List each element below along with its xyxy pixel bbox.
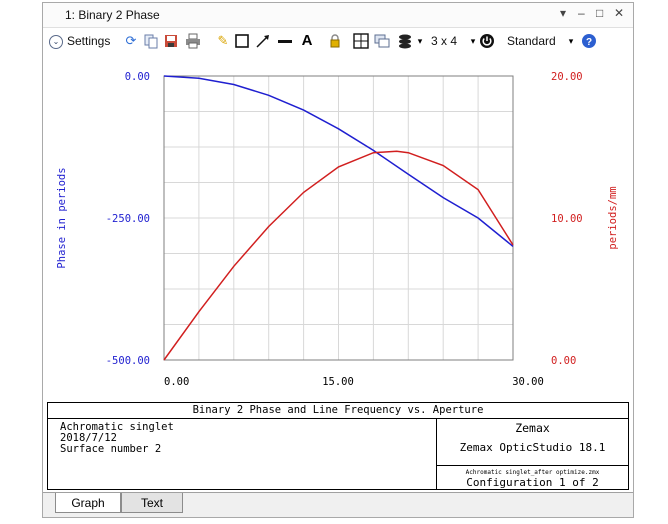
settings-label: Settings [67, 34, 111, 48]
footer-right-panel: Zemax Zemax OpticStudio 18.1 Achromatic … [436, 418, 628, 489]
standard-selector[interactable]: Standard [507, 31, 556, 51]
chart-grid [164, 76, 513, 360]
layers-dropdown-icon[interactable]: ▾ [412, 33, 428, 49]
minimize-button[interactable]: ‒ [578, 6, 585, 20]
brand-name: Zemax [515, 421, 550, 435]
settings-button[interactable]: ⌄ Settings [49, 31, 110, 51]
configuration-text: Configuration 1 of 2 [466, 476, 599, 489]
footer-brand-cell: Zemax Zemax OpticStudio 18.1 [437, 418, 628, 466]
svg-text:?: ? [586, 37, 592, 48]
dropdown-icon[interactable]: ▾ [560, 6, 566, 20]
y-tick-label: -500.00 [106, 355, 150, 367]
footer-details: Achromatic singlet 2018/7/12 Surface num… [60, 422, 174, 455]
clone-icon[interactable] [374, 33, 390, 49]
y2-tick-label: 20.00 [551, 71, 583, 83]
surface-number: Surface number 2 [60, 443, 162, 455]
rectangle-icon[interactable] [234, 33, 250, 49]
chevron-down-icon: ⌄ [49, 34, 63, 49]
y2-tick-label: 10.00 [551, 213, 583, 225]
arrow-icon[interactable] [255, 33, 271, 49]
standard-dropdown-icon[interactable]: ▾ [563, 33, 579, 49]
y2-tick-label: 0.00 [551, 355, 576, 367]
x-tick-label: 0.00 [164, 376, 189, 388]
maximize-button[interactable]: □ [596, 6, 603, 20]
text-icon[interactable]: A [299, 33, 315, 49]
footer-title: Binary 2 Phase and Line Frequency vs. Ap… [48, 403, 628, 419]
layers-icon[interactable] [397, 33, 413, 49]
plot-area: 0.00 -250.00 -500.00 20.00 10.00 0.00 0.… [43, 54, 633, 399]
file-name: Achromatic singlet_after optimize.zmx [465, 469, 600, 476]
tab-graph[interactable]: Graph [55, 493, 121, 513]
close-button[interactable]: ✕ [614, 6, 624, 20]
chart-info-box: Binary 2 Phase and Line Frequency vs. Ap… [47, 402, 629, 490]
layout-selector[interactable]: 3 x 4 [431, 31, 457, 51]
x-tick-label: 30.00 [512, 376, 544, 388]
print-icon[interactable] [185, 33, 201, 49]
refresh-icon[interactable]: ⟳ [123, 33, 139, 49]
analysis-window: 1: Binary 2 Phase ▾ ‒ □ ✕ ⌄ Settings ⟳ ✎ … [42, 2, 634, 518]
window-title: 1: Binary 2 Phase [65, 8, 160, 22]
window-layout-icon[interactable] [353, 33, 369, 49]
help-icon[interactable]: ? [581, 33, 597, 49]
y-tick-label: -250.00 [106, 213, 150, 225]
toolbar: ⌄ Settings ⟳ ✎ A ▾ 3 x 4 ▾ Standard ▾ ? [43, 28, 633, 54]
title-bar[interactable]: 1: Binary 2 Phase ▾ ‒ □ ✕ [43, 3, 633, 28]
pencil-icon[interactable]: ✎ [215, 33, 231, 49]
x-tick-label: 15.00 [322, 376, 354, 388]
power-icon[interactable] [479, 33, 495, 49]
line-icon[interactable] [277, 33, 293, 49]
y-axis-label: Phase in periods [56, 167, 68, 268]
product-version: Zemax OpticStudio 18.1 [459, 441, 606, 454]
tab-bar: Graph Text [43, 492, 633, 517]
binary-2-phase-chart: 0.00 -250.00 -500.00 20.00 10.00 0.00 0.… [56, 71, 619, 388]
tab-text[interactable]: Text [121, 493, 183, 513]
y-tick-label: 0.00 [125, 71, 150, 83]
lock-icon[interactable] [327, 33, 343, 49]
copy-icon[interactable] [143, 33, 159, 49]
save-icon[interactable] [163, 33, 179, 49]
y2-axis-label: periods/mm [607, 186, 619, 249]
